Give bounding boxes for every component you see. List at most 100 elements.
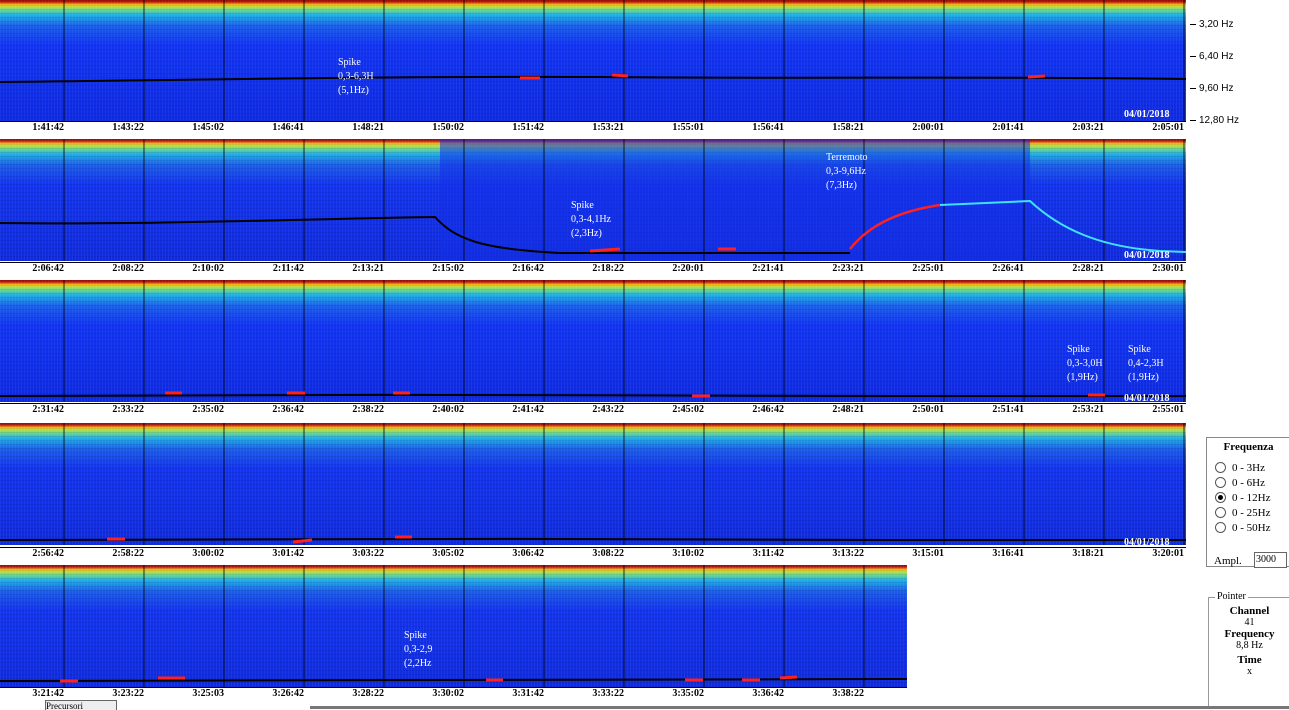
radio-button-icon[interactable]	[1215, 522, 1226, 533]
time-axis-5: 3:21:42 3:23:22 3:25:03 3:26:42 3:28:22 3:30:…	[0, 687, 907, 701]
radio-button-icon[interactable]	[1215, 462, 1226, 473]
trace-line	[0, 678, 907, 682]
time-tick: 2:21:41	[752, 263, 784, 274]
spectrogram-strip-3[interactable]: Spike 0,3-3,0H (1,9Hz) Spike 0,4-2,3H (1…	[0, 280, 1186, 402]
annotation-note: Spike 0,3-4,1Hz (2,3Hz)	[571, 200, 611, 239]
pointer-panel: Pointer Channel 41 Frequency 8,8 Hz Time…	[1208, 591, 1289, 707]
time-tick: 2:26:41	[992, 263, 1024, 274]
time-tick: 2:56:42	[32, 548, 64, 559]
ampl-label: Ampl.	[1214, 555, 1242, 567]
frequency-option[interactable]: 0 - 25Hz	[1215, 505, 1289, 520]
time-tick: 3:18:21	[1072, 548, 1104, 559]
time-tick: 1:50:02	[432, 122, 464, 133]
time-tick: 2:58:22	[112, 548, 144, 559]
time-tick: 1:43:22	[112, 122, 144, 133]
time-tick: 1:41:42	[32, 122, 64, 133]
time-tick: 3:06:42	[512, 548, 544, 559]
channel-value: 41	[1244, 617, 1255, 628]
ampl-input[interactable]: 3000	[1254, 552, 1287, 568]
frequency-range-panel: Frequenza 0 - 3Hz 0 - 6Hz 0 - 12Hz 0 - 25Hz…	[1206, 437, 1289, 567]
time-tick: 1:56:41	[752, 122, 784, 133]
freq-tick: 12,80 Hz	[1190, 115, 1239, 126]
time-tick: 3:11:42	[752, 548, 784, 559]
spectrogram-strip-1[interactable]: Spike 0,3-6,3H (5,1Hz)	[0, 0, 1186, 122]
time-tick: 1:51:42	[512, 122, 544, 133]
spike-mark	[611, 73, 629, 78]
freq-tick: 3,20 Hz	[1190, 19, 1233, 30]
time-tick: 2:13:21	[352, 263, 384, 274]
time-tick: 2:01:41	[992, 122, 1024, 133]
time-tick: 3:15:01	[912, 548, 944, 559]
radio-button-icon[interactable]	[1215, 477, 1226, 488]
time-tick: 2:48:21	[832, 404, 864, 415]
panel-title: Frequenza	[1223, 441, 1274, 453]
annotation-note: Terremoto 0,3-9,6Hz (7,3Hz)	[826, 152, 868, 191]
spectrogram-strip-4[interactable]	[0, 423, 1186, 545]
time-tick: 2:11:42	[272, 263, 304, 274]
strip-3-graph	[0, 280, 1186, 402]
freq-tick: 6,40 Hz	[1190, 51, 1233, 62]
time-tick: 2:06:42	[32, 263, 64, 274]
time-tick: 2:15:02	[432, 263, 464, 274]
annotation-note: Spike 0,3-3,0H (1,9Hz)	[1067, 344, 1103, 383]
time-tick: 3:26:42	[272, 688, 304, 699]
time-tick: 2:46:42	[752, 404, 784, 415]
time-tick: 2:50:01	[912, 404, 944, 415]
time-tick: 1:46:41	[272, 122, 304, 133]
strip-1-graph	[0, 0, 1186, 122]
frequency-option[interactable]: 0 - 12Hz	[1215, 490, 1289, 505]
frequency-option-label: 0 - 6Hz	[1232, 476, 1265, 489]
frequency-option-label: 0 - 25Hz	[1232, 506, 1271, 519]
frequency-option[interactable]: 0 - 6Hz	[1215, 475, 1289, 490]
time-tick: 3:21:42	[32, 688, 64, 699]
time-tick: 2:38:22	[352, 404, 384, 415]
time-tick: 3:00:02	[192, 548, 224, 559]
time-tick: 3:10:02	[672, 548, 704, 559]
time-tick: 3:33:22	[592, 688, 624, 699]
time-axis-2: 2:06:42 2:08:22 2:10:02 2:11:42 2:13:21 2:15:…	[0, 262, 1186, 276]
time-tick: 2:35:02	[192, 404, 224, 415]
time-tick: 3:01:42	[272, 548, 304, 559]
time-tick: 3:30:02	[432, 688, 464, 699]
frequency-option-label: 0 - 3Hz	[1232, 461, 1265, 474]
time-tick: 1:48:21	[352, 122, 384, 133]
trace-line	[0, 393, 1186, 397]
frequency-value: 8,8 Hz	[1236, 640, 1263, 651]
strip-5-graph	[0, 565, 907, 687]
radio-button-icon[interactable]	[1215, 507, 1226, 518]
time-tick: 3:05:02	[432, 548, 464, 559]
time-tick: 2:08:22	[112, 263, 144, 274]
frequency-option-label: 0 - 50Hz	[1232, 521, 1271, 534]
time-tick: 3:23:22	[112, 688, 144, 699]
spectrogram-strip-5[interactable]: Spike 0,3-2,9 (2,2Hz	[0, 565, 907, 687]
time-tick: 3:03:22	[352, 548, 384, 559]
time-tick: 2:20:01	[672, 263, 704, 274]
time-tick: 3:08:22	[592, 548, 624, 559]
frequency-option[interactable]: 0 - 50Hz	[1215, 520, 1289, 535]
time-tick: 2:31:42	[32, 404, 64, 415]
trace-line	[0, 75, 1186, 83]
radio-button-icon[interactable]	[1215, 492, 1226, 503]
freq-tick: 9,60 Hz	[1190, 83, 1233, 94]
time-tick: 3:28:22	[352, 688, 384, 699]
time-tick: 3:31:42	[512, 688, 544, 699]
spike-mark	[779, 675, 798, 680]
time-axis-4: 2:56:42 2:58:22 3:00:02 3:01:42 3:03:22 3:05:…	[0, 547, 1186, 561]
spectrogram-strip-2[interactable]: Spike 0,3-4,1Hz (2,3Hz) Terremoto 0,3-9,…	[0, 139, 1186, 261]
time-value: x	[1247, 666, 1252, 677]
time-tick: 2:41:42	[512, 404, 544, 415]
time-tick: 3:25:03	[192, 688, 224, 699]
spike-mark	[1027, 74, 1046, 79]
frequency-option[interactable]: 0 - 3Hz	[1215, 460, 1289, 475]
time-tick: 2:10:02	[192, 263, 224, 274]
annotation-note: Spike 0,3-2,9 (2,2Hz	[404, 630, 433, 669]
pointer-legend: Pointer	[1215, 591, 1248, 602]
time-tick: 1:45:02	[192, 122, 224, 133]
time-axis-3: 2:31:42 2:33:22 2:35:02 2:36:42 2:38:22 2:40:…	[0, 403, 1186, 417]
time-tick: 2:43:22	[592, 404, 624, 415]
time-tick: 2:45:02	[672, 404, 704, 415]
time-tick: 2:33:22	[112, 404, 144, 415]
time-tick: 3:38:22	[832, 688, 864, 699]
time-tick: 2:40:02	[432, 404, 464, 415]
time-tick: 2:18:22	[592, 263, 624, 274]
